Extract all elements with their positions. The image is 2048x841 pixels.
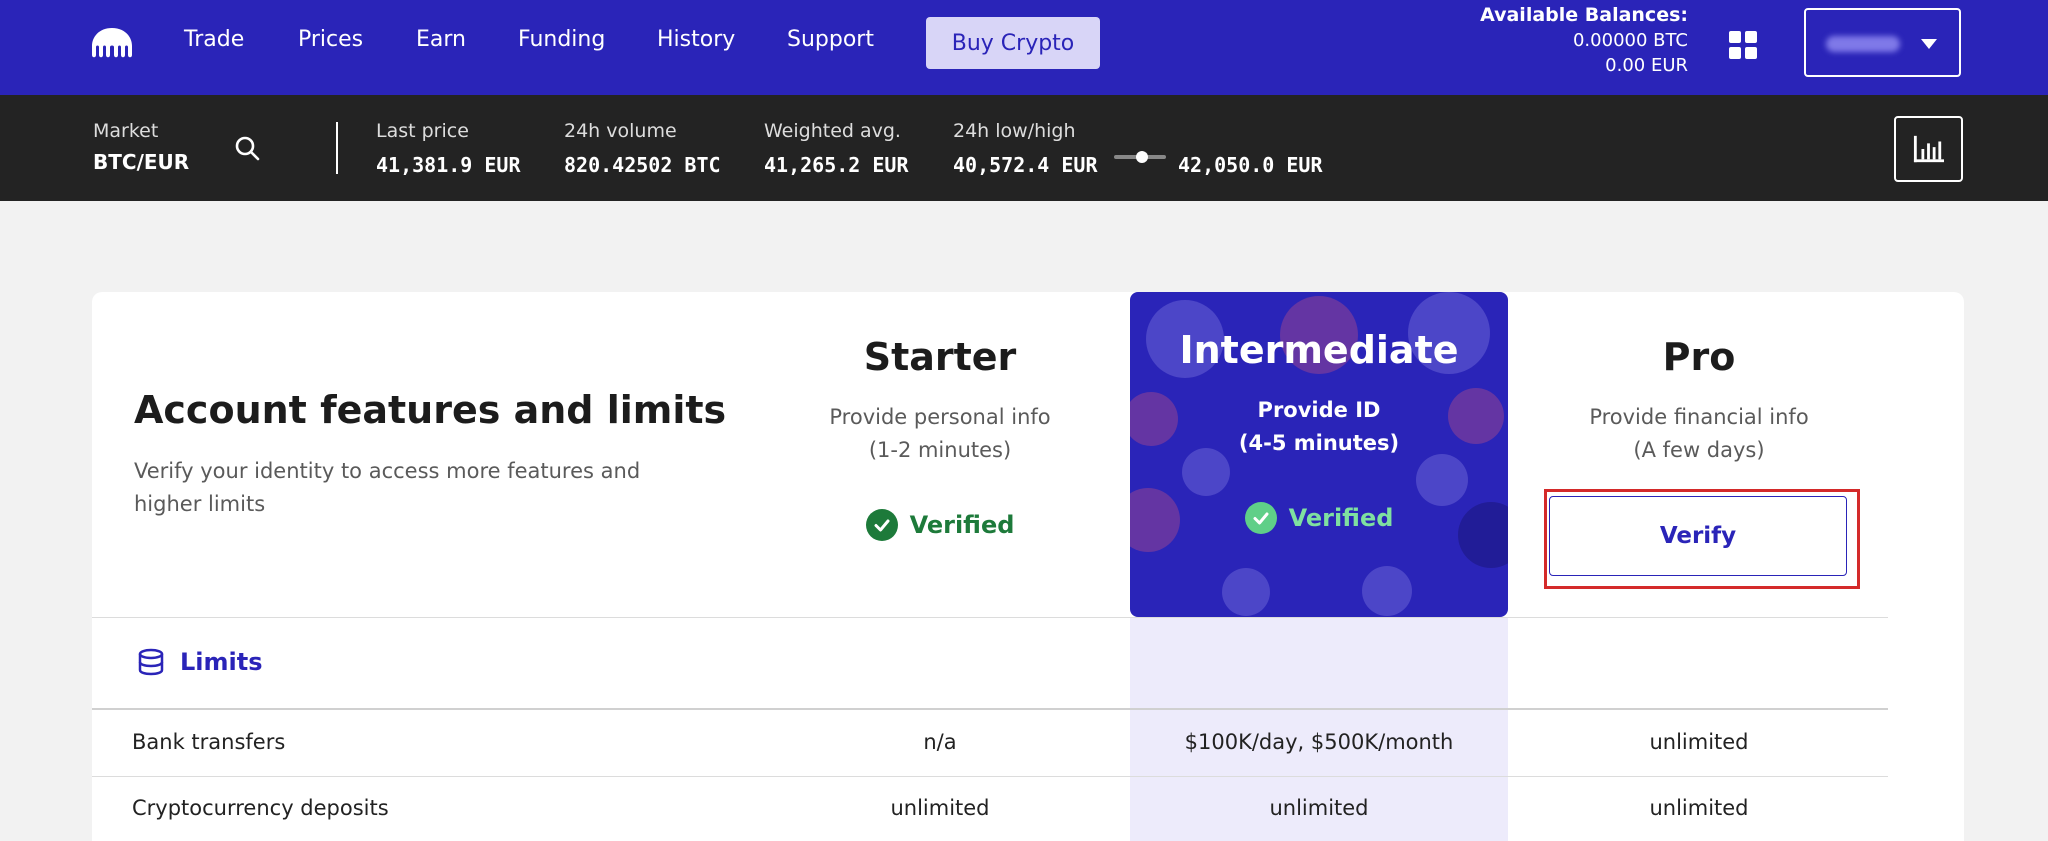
balance-eur: 0.00 EUR <box>1605 55 1688 76</box>
starter-verified-status: Verified <box>751 509 1129 541</box>
limits-cell-starter: n/a <box>923 730 957 754</box>
market-pair[interactable]: BTC/EUR <box>93 150 189 174</box>
limits-cell-pro: unlimited <box>1649 730 1749 754</box>
bar-chart-icon <box>1913 135 1944 163</box>
database-icon <box>138 648 164 676</box>
tier-intermediate: Intermediate Provide ID (4-5 minutes) Ve… <box>1130 292 1508 617</box>
limits-section-header: Limits <box>136 647 263 677</box>
tier-starter-desc-line1: Provide personal info <box>829 405 1051 429</box>
nav-trade[interactable]: Trade <box>184 27 244 52</box>
cardano-coin-icon <box>1222 568 1270 616</box>
row-divider <box>92 776 1888 777</box>
last-price-label: Last price <box>376 120 469 142</box>
tier-intermediate-name: Intermediate <box>1179 328 1459 372</box>
market-label: Market <box>93 120 159 142</box>
tier-intermediate-desc-line2: (4-5 minutes) <box>1238 431 1400 455</box>
starter-verified-label: Verified <box>909 511 1015 539</box>
limits-cell-pro: unlimited <box>1649 796 1749 820</box>
top-nav: Trade Prices Earn Funding History Suppor… <box>0 0 2048 95</box>
limits-cell-intermediate: unlimited <box>1269 796 1369 820</box>
check-circle-icon <box>865 509 898 541</box>
tier-pro-desc: Provide financial info (A few days) <box>1510 401 1888 467</box>
square-coin-icon <box>1362 566 1412 616</box>
intermediate-verified-status: Verified <box>1130 502 1508 534</box>
limits-section-label: Limits <box>180 648 263 676</box>
low-value: 40,572.4 EUR <box>953 153 1098 177</box>
tier-pro-desc-line1: Provide financial info <box>1589 405 1809 429</box>
buy-crypto-button[interactable]: Buy Crypto <box>926 17 1100 69</box>
limits-row-label: Cryptocurrency deposits <box>132 796 389 820</box>
chart-toggle-button[interactable] <box>1894 116 1963 182</box>
tier-intermediate-desc: Provide ID (4-5 minutes) <box>1130 394 1508 460</box>
caret-down-icon <box>1921 39 1937 49</box>
tier-starter: Starter Provide personal info (1-2 minut… <box>751 335 1129 541</box>
weighted-avg-value: 41,265.2 EUR <box>764 153 909 177</box>
section-divider <box>92 617 1888 618</box>
last-price-value: 41,381.9 EUR <box>376 153 521 177</box>
apps-grid-icon[interactable] <box>1729 31 1757 59</box>
account-dropdown[interactable] <box>1804 8 1961 77</box>
high-value: 42,050.0 EUR <box>1178 153 1323 177</box>
nav-funding[interactable]: Funding <box>518 27 605 52</box>
card-title: Account features and limits <box>134 388 727 432</box>
available-balances: Available Balances: 0.00000 BTC 0.00 EUR <box>1480 4 1688 76</box>
account-name-redacted <box>1826 36 1900 52</box>
tier-pro-desc-line2: (A few days) <box>1633 438 1765 462</box>
xrp-coin-icon <box>1416 454 1468 506</box>
market-bar: Market BTC/EUR Last price 41,381.9 EUR 2… <box>0 95 2048 201</box>
market-divider <box>336 122 338 174</box>
low-high-range-indicator <box>1114 151 1166 163</box>
tier-starter-desc-line2: (1-2 minutes) <box>868 438 1012 462</box>
nav-history[interactable]: History <box>657 27 735 52</box>
nav-support[interactable]: Support <box>787 27 874 52</box>
low-high-label: 24h low/high <box>953 120 1076 142</box>
tier-starter-name: Starter <box>863 335 1017 379</box>
table-header-divider <box>92 708 1888 710</box>
nav-earn[interactable]: Earn <box>416 27 466 52</box>
limits-cell-intermediate: $100K/day, $500K/month <box>1184 730 1454 754</box>
check-circle-icon <box>1244 502 1277 534</box>
intermediate-verified-label: Verified <box>1288 504 1394 532</box>
limits-cell-starter: unlimited <box>890 796 990 820</box>
nav-prices[interactable]: Prices <box>298 27 363 52</box>
tier-intermediate-desc-line1: Provide ID <box>1257 398 1381 422</box>
volume-label: 24h volume <box>564 120 677 142</box>
balances-title: Available Balances: <box>1480 4 1688 26</box>
card-subtitle: Verify your identity to access more feat… <box>134 459 641 516</box>
kraken-logo-icon[interactable] <box>90 26 134 60</box>
tier-pro: Pro Provide financial info (A few days) <box>1510 335 1888 467</box>
verify-pro-button[interactable]: Verify <box>1549 496 1847 576</box>
balance-btc: 0.00000 BTC <box>1572 30 1688 51</box>
tier-starter-desc: Provide personal info (1-2 minutes) <box>751 401 1129 467</box>
tier-pro-name: Pro <box>1662 335 1736 379</box>
limits-row-label: Bank transfers <box>132 730 286 754</box>
search-icon[interactable] <box>234 135 260 161</box>
weighted-avg-label: Weighted avg. <box>764 120 901 142</box>
volume-value: 820.42502 BTC <box>564 153 721 177</box>
